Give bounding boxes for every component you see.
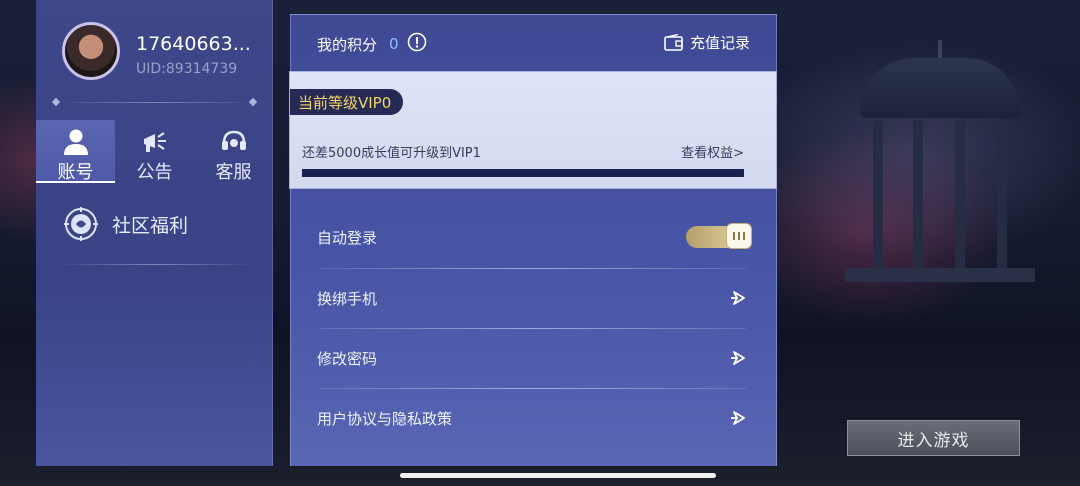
tab-support-label: 客服 — [215, 162, 252, 183]
change-password-row[interactable]: 修改密码 — [291, 328, 776, 388]
vip-upgrade-hint: 还差5000成长值可升级到VIP1 — [302, 146, 481, 161]
user-agreement-label: 用户协议与隐私政策 — [317, 409, 453, 428]
dragon-emblem-icon — [62, 205, 100, 243]
person-icon — [63, 128, 89, 156]
home-indicator[interactable] — [400, 473, 716, 478]
auto-login-row: 自动登录 — [291, 207, 776, 267]
view-benefits-link[interactable]: 查看权益> — [681, 142, 744, 161]
change-password-label: 修改密码 — [317, 349, 378, 368]
arrow-right-icon — [731, 411, 745, 425]
tab-support[interactable]: 客服 — [194, 120, 273, 183]
user-name: 17640663... — [136, 33, 251, 55]
points-row: 我的积分 0 — [317, 32, 427, 56]
user-agreement-row[interactable]: 用户协议与隐私政策 — [291, 388, 776, 448]
recharge-history-link[interactable]: 充值记录 — [664, 32, 750, 53]
points-label: 我的积分 — [317, 35, 378, 54]
tab-announcement-label: 公告 — [136, 162, 173, 183]
vip-progress-fill — [302, 169, 744, 177]
sidebar: 17640663... UID:89314739 账号 公告 客服 社区福利 — [36, 0, 273, 466]
account-panel: 我的积分 0 充值记录 当前等级VIP0 还差5000成长值可升级到VIP1 查… — [289, 14, 777, 466]
wallet-icon — [664, 33, 683, 51]
arrow-right-icon — [731, 351, 745, 365]
tab-account-label: 账号 — [57, 162, 94, 183]
divider — [56, 264, 256, 265]
auto-login-toggle[interactable] — [686, 223, 752, 249]
community-benefits[interactable]: 社区福利 — [62, 205, 188, 243]
megaphone-icon — [141, 128, 169, 156]
rebind-phone-label: 换绑手机 — [317, 289, 378, 308]
user-uid: UID:89314739 — [136, 61, 238, 77]
divider-ornament — [51, 97, 61, 107]
divider — [56, 102, 256, 103]
recharge-label: 充值记录 — [689, 34, 750, 52]
community-label: 社区福利 — [112, 214, 189, 237]
headset-icon — [220, 128, 248, 156]
arrow-right-icon — [731, 291, 745, 305]
avatar[interactable] — [62, 22, 120, 80]
auto-login-label: 自动登录 — [317, 228, 378, 247]
vip-progress-bar — [302, 169, 744, 177]
enter-game-button[interactable]: 进入游戏 — [847, 420, 1020, 456]
points-value: 0 — [389, 35, 399, 53]
tab-announcement[interactable]: 公告 — [115, 120, 194, 183]
toggle-knob — [726, 223, 752, 249]
tab-account[interactable]: 账号 — [36, 120, 115, 183]
pavilion-image — [845, 40, 1035, 282]
info-icon[interactable] — [407, 32, 427, 56]
vip-level-badge: 当前等级VIP0 — [290, 89, 404, 115]
vip-card: 当前等级VIP0 还差5000成长值可升级到VIP1 查看权益> — [289, 71, 777, 189]
rebind-phone-row[interactable]: 换绑手机 — [291, 268, 776, 328]
divider-ornament — [248, 97, 258, 107]
